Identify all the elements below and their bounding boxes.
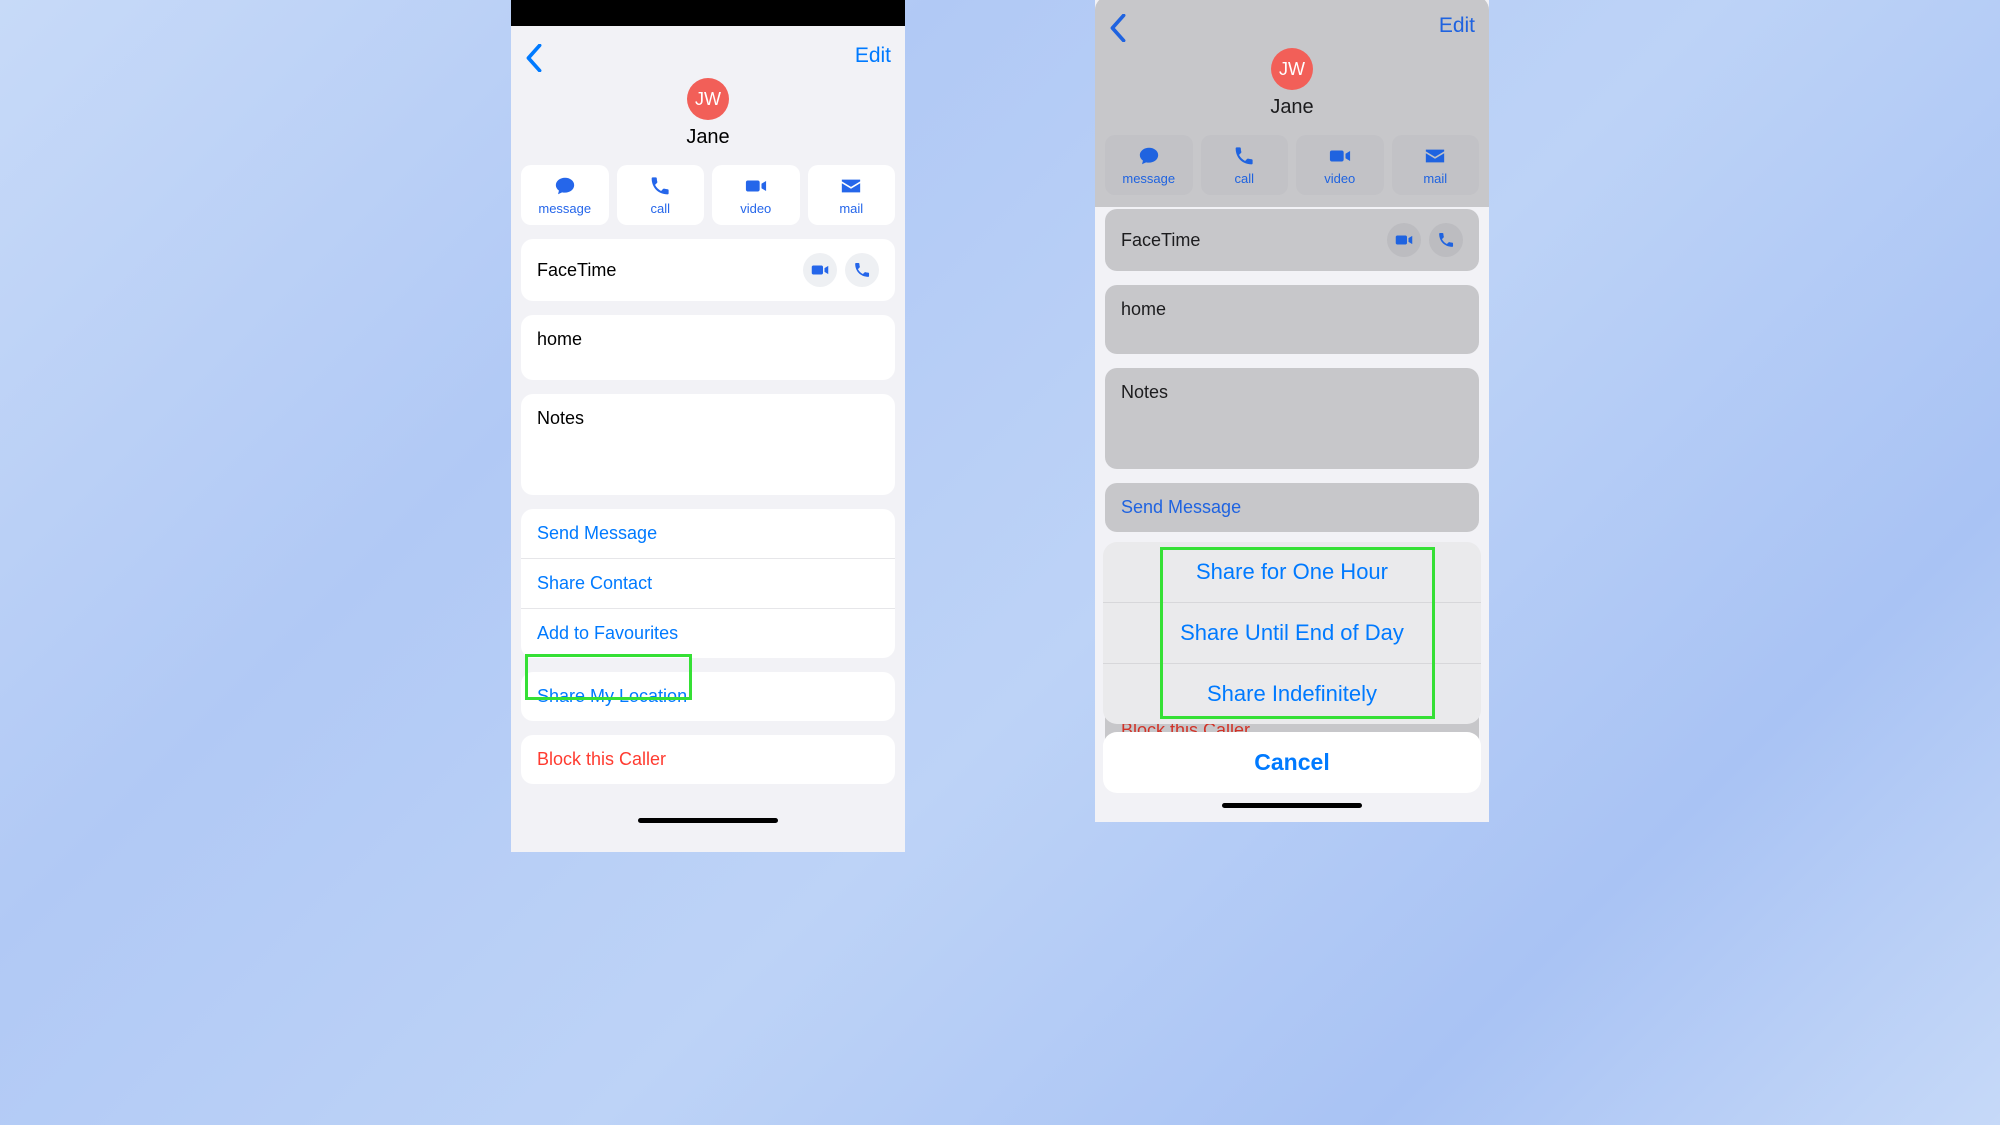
video-button[interactable]: video [712, 165, 800, 225]
mail-label: mail [839, 201, 863, 216]
video-icon [744, 175, 768, 197]
video-button[interactable]: video [1296, 135, 1384, 195]
contact-name: Jane [511, 126, 905, 149]
call-icon [853, 261, 871, 279]
notes-label: Notes [1121, 382, 1168, 403]
facetime-video-button[interactable] [803, 253, 837, 287]
avatar: JW [687, 78, 729, 120]
share-indefinitely-option[interactable]: Share Indefinitely [1103, 663, 1481, 724]
home-label: home [1121, 299, 1166, 320]
avatar: JW [1271, 48, 1313, 90]
message-label: message [538, 201, 591, 216]
add-favourites-row[interactable]: Add to Favourites [521, 608, 895, 658]
mail-label: mail [1423, 171, 1447, 186]
notes-row[interactable]: Notes [521, 394, 895, 495]
facetime-audio-button[interactable] [845, 253, 879, 287]
share-one-hour-option[interactable]: Share for One Hour [1103, 542, 1481, 602]
send-message-row[interactable]: Send Message [1105, 483, 1479, 532]
mail-button[interactable]: mail [1392, 135, 1480, 195]
call-icon [648, 175, 672, 197]
share-location-row[interactable]: Share My Location [521, 672, 895, 721]
share-location-group: Share My Location [521, 672, 895, 721]
phone-screenshot-right: Edit JW Jane message call video [1095, 0, 1489, 822]
edit-button[interactable]: Edit [1439, 14, 1475, 38]
home-indicator[interactable] [638, 818, 778, 823]
notes-row[interactable]: Notes [1105, 368, 1479, 469]
message-button[interactable]: message [521, 165, 609, 225]
notes-group: Notes [1105, 368, 1479, 469]
contact-screen-dimmed: Edit JW Jane message call video [1095, 0, 1489, 822]
home-indicator[interactable] [1222, 803, 1362, 808]
mail-button[interactable]: mail [808, 165, 896, 225]
send-message-row[interactable]: Send Message [521, 509, 895, 558]
notes-group: Notes [521, 394, 895, 495]
call-button[interactable]: call [1201, 135, 1289, 195]
call-label: call [650, 201, 670, 216]
call-icon [1232, 145, 1256, 167]
facetime-row[interactable]: FaceTime [1105, 209, 1479, 271]
contact-actions-row: message call video mail [1095, 135, 1489, 207]
call-icon [1437, 231, 1455, 249]
block-group: Block this Caller [521, 735, 895, 784]
back-button[interactable] [1109, 14, 1127, 47]
facetime-video-button[interactable] [1387, 223, 1421, 257]
facetime-row[interactable]: FaceTime [521, 239, 895, 301]
contact-actions-row: message call video mail [511, 165, 905, 237]
status-bar [511, 0, 905, 26]
message-icon [1137, 145, 1161, 167]
mail-icon [839, 175, 863, 197]
home-label: home [537, 329, 582, 350]
cancel-button[interactable]: Cancel [1103, 732, 1481, 793]
home-row[interactable]: home [1105, 285, 1479, 354]
message-button[interactable]: message [1105, 135, 1193, 195]
home-address-group: home [521, 315, 895, 380]
action-sheet-overlay: Share for One Hour Share Until End of Da… [1095, 542, 1489, 822]
message-label: message [1122, 171, 1175, 186]
facetime-label: FaceTime [1121, 230, 1200, 251]
video-label: video [740, 201, 771, 216]
contact-name: Jane [1095, 96, 1489, 119]
notes-label: Notes [537, 408, 584, 429]
mail-icon [1423, 145, 1447, 167]
facetime-group: FaceTime [1105, 209, 1479, 271]
share-end-of-day-option[interactable]: Share Until End of Day [1103, 602, 1481, 663]
share-location-action-sheet: Share for One Hour Share Until End of Da… [1103, 542, 1481, 724]
facetime-label: FaceTime [537, 260, 616, 281]
share-actions-group: Send Message Share Contact Add to Favour… [521, 509, 895, 658]
message-icon [553, 175, 577, 197]
block-caller-row[interactable]: Block this Caller [521, 735, 895, 784]
home-address-group: home [1105, 285, 1479, 354]
home-row[interactable]: home [521, 315, 895, 380]
video-icon [1395, 231, 1413, 249]
facetime-audio-button[interactable] [1429, 223, 1463, 257]
call-button[interactable]: call [617, 165, 705, 225]
edit-button[interactable]: Edit [855, 44, 891, 68]
video-icon [811, 261, 829, 279]
share-actions-group: Send Message [1105, 483, 1479, 532]
contact-screen: Edit JW Jane message call video [511, 26, 905, 852]
facetime-group: FaceTime [521, 239, 895, 301]
phone-screenshot-left: Edit JW Jane message call video [511, 0, 905, 852]
share-contact-row[interactable]: Share Contact [521, 558, 895, 608]
call-label: call [1234, 171, 1254, 186]
video-label: video [1324, 171, 1355, 186]
video-icon [1328, 145, 1352, 167]
back-button[interactable] [525, 44, 543, 77]
